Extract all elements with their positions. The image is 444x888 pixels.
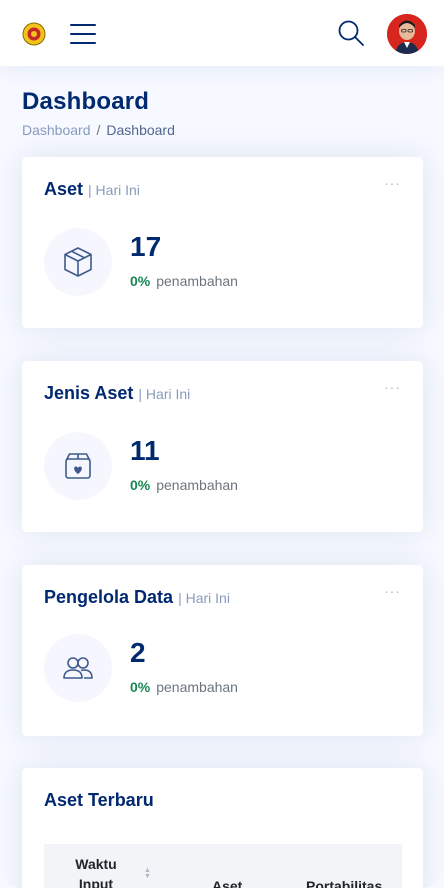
- card-subtitle: | Hari Ini: [178, 590, 230, 606]
- stat-change: 0% penambahan: [130, 679, 238, 695]
- column-header-portabilitas[interactable]: Portabilitas: [306, 878, 382, 888]
- stat-change-label: penambahan: [156, 477, 238, 493]
- stat-change-label: penambahan: [156, 273, 238, 289]
- card-pengelola-data: Pengelola Data | Hari Ini ··· 2 0% penamb…: [22, 565, 423, 736]
- card-title: Jenis Aset | Hari Ini: [44, 383, 190, 404]
- card-title-text: Pengelola Data: [44, 587, 174, 607]
- stat-change: 0% penambahan: [130, 273, 238, 289]
- table-title: Aset Terbaru: [44, 790, 154, 810]
- box-icon: [44, 228, 112, 296]
- more-options-icon[interactable]: ···: [384, 583, 401, 599]
- card-aset-terbaru: Aset Terbaru Waktu Input ▲ ▼ Aset Portabi…: [22, 768, 423, 888]
- page-title: Dashboard: [22, 88, 150, 115]
- card-title-text: Jenis Aset: [44, 383, 134, 403]
- stat-value: 17: [130, 231, 162, 262]
- breadcrumb-home[interactable]: Dashboard: [22, 122, 91, 138]
- breadcrumb-current: Dashboard: [106, 122, 175, 138]
- stat-percent: 0%: [130, 477, 151, 493]
- column-header-aset[interactable]: Aset: [212, 878, 242, 888]
- university-logo-icon[interactable]: [22, 22, 46, 46]
- more-options-icon[interactable]: ···: [384, 175, 401, 191]
- card-aset: Aset | Hari Ini ··· 17 0% penambahan: [22, 157, 423, 328]
- stat-value: 11: [130, 435, 160, 466]
- app-frame: Dashboard Dashboard / Dashboard Aset | H…: [0, 0, 444, 888]
- hamburger-menu-icon[interactable]: [68, 22, 98, 46]
- card-jenis-aset: Jenis Aset | Hari Ini ··· 11 0% penambaha…: [22, 361, 423, 532]
- page-title-section: Dashboard Dashboard / Dashboard: [22, 88, 175, 138]
- people-icon: [44, 634, 112, 702]
- box-heart-icon: [44, 432, 112, 500]
- top-header: [0, 0, 444, 66]
- card-subtitle: | Hari Ini: [88, 182, 140, 198]
- card-title: Aset | Hari Ini: [44, 179, 140, 200]
- user-avatar[interactable]: [387, 14, 427, 54]
- breadcrumb-separator: /: [96, 122, 101, 138]
- card-title-text: Aset: [44, 179, 84, 199]
- card-title: Pengelola Data | Hari Ini: [44, 587, 230, 608]
- sort-icon[interactable]: ▲ ▼: [144, 867, 151, 880]
- stat-change-label: penambahan: [156, 679, 238, 695]
- breadcrumb: Dashboard / Dashboard: [22, 122, 175, 138]
- search-icon[interactable]: [336, 18, 366, 48]
- table-header-row: Waktu Input ▲ ▼ Aset Portabilitas: [44, 844, 402, 888]
- stat-percent: 0%: [130, 679, 151, 695]
- card-subtitle: | Hari Ini: [138, 386, 191, 402]
- column-header-waktu-input[interactable]: Waktu Input: [66, 854, 126, 888]
- stat-percent: 0%: [130, 273, 151, 289]
- stat-change: 0% penambahan: [130, 477, 238, 493]
- more-options-icon[interactable]: ···: [384, 379, 401, 395]
- stat-value: 2: [130, 637, 146, 668]
